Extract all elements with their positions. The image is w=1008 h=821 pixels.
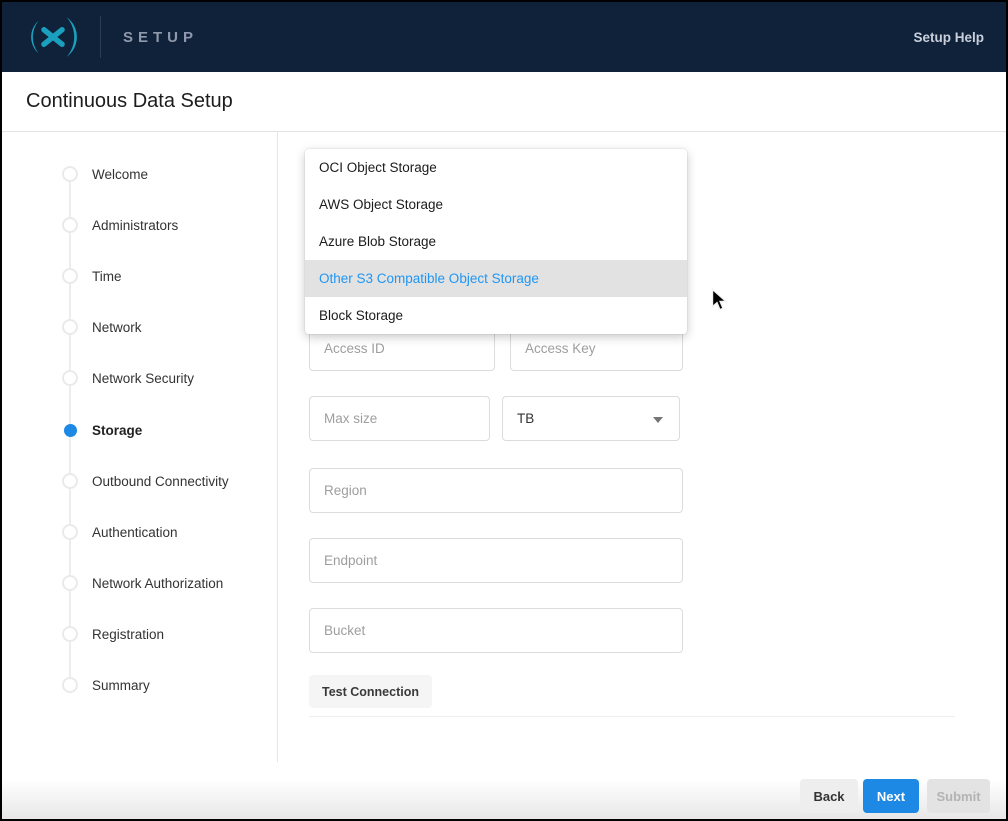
stepper-item-authentication[interactable]: Authentication	[2, 522, 277, 542]
stepper-item-storage[interactable]: Storage	[2, 420, 277, 440]
size-unit-select[interactable]: TB	[502, 396, 680, 441]
stepper-item-label: Storage	[92, 423, 142, 438]
storage-type-dropdown: OCI Object StorageAWS Object StorageAzur…	[305, 149, 687, 334]
step-circle-icon	[62, 370, 78, 386]
wizard-footer: Back Next Submit	[2, 762, 1006, 821]
stepper-item-welcome[interactable]: Welcome	[2, 164, 277, 184]
dropdown-option-azure-blob-storage[interactable]: Azure Blob Storage	[305, 223, 687, 260]
stepper-item-label: Summary	[92, 678, 150, 693]
step-circle-icon	[62, 524, 78, 540]
app-header: SETUP Setup Help	[2, 2, 1006, 72]
region-input[interactable]	[309, 468, 683, 513]
step-circle-icon	[62, 575, 78, 591]
stepper-item-summary[interactable]: Summary	[2, 675, 277, 695]
step-circle-icon	[62, 677, 78, 693]
next-button[interactable]: Next	[863, 779, 919, 813]
title-bar: Continuous Data Setup	[2, 72, 1006, 132]
test-connection-button[interactable]: Test Connection	[309, 675, 432, 708]
stepper-item-label: Time	[92, 269, 122, 284]
dropdown-option-aws-object-storage[interactable]: AWS Object Storage	[305, 186, 687, 223]
delphix-logo-icon	[24, 14, 82, 60]
step-active-dot-icon	[64, 424, 77, 437]
size-unit-value: TB	[517, 411, 534, 426]
stepper-item-network-authorization[interactable]: Network Authorization	[2, 573, 277, 593]
setup-stepper: Welcome Administrators Time Network Network …	[2, 132, 277, 762]
stepper-item-outbound-connectivity[interactable]: Outbound Connectivity	[2, 471, 277, 491]
header-divider	[100, 16, 101, 58]
stepper-item-label: Network Security	[92, 371, 194, 386]
bucket-input[interactable]	[309, 608, 683, 653]
stepper-item-administrators[interactable]: Administrators	[2, 215, 277, 235]
step-circle-icon	[62, 166, 78, 182]
stepper-item-registration[interactable]: Registration	[2, 624, 277, 644]
submit-button: Submit	[927, 779, 990, 813]
brand-label: SETUP	[123, 29, 198, 46]
stepper-item-label: Network Authorization	[92, 576, 223, 591]
dropdown-option-oci-object-storage[interactable]: OCI Object Storage	[305, 149, 687, 186]
form-bottom-divider	[309, 716, 955, 717]
stepper-item-label: Authentication	[92, 525, 178, 540]
stepper-item-network[interactable]: Network	[2, 317, 277, 337]
back-button[interactable]: Back	[800, 779, 858, 813]
step-circle-icon	[62, 217, 78, 233]
step-circle-icon	[62, 626, 78, 642]
step-circle-icon	[62, 319, 78, 335]
stepper-item-label: Welcome	[92, 167, 148, 182]
endpoint-input[interactable]	[309, 538, 683, 583]
dropdown-option-block-storage[interactable]: Block Storage	[305, 297, 687, 334]
step-circle-icon	[62, 473, 78, 489]
dropdown-option-other-s3-compatible-object-storage[interactable]: Other S3 Compatible Object Storage	[305, 260, 687, 297]
chevron-down-icon	[653, 417, 663, 423]
max-size-input[interactable]	[309, 396, 490, 441]
stepper-item-network-security[interactable]: Network Security	[2, 368, 277, 388]
stepper-item-label: Registration	[92, 627, 164, 642]
stepper-item-time[interactable]: Time	[2, 266, 277, 286]
stepper-item-label: Network	[92, 320, 142, 335]
setup-help-link[interactable]: Setup Help	[913, 30, 984, 45]
step-circle-icon	[62, 268, 78, 284]
setup-window: SETUP Setup Help Continuous Data Setup W…	[0, 0, 1008, 821]
stepper-item-label: Administrators	[92, 218, 178, 233]
stepper-item-label: Outbound Connectivity	[92, 474, 229, 489]
page-title: Continuous Data Setup	[26, 90, 233, 113]
